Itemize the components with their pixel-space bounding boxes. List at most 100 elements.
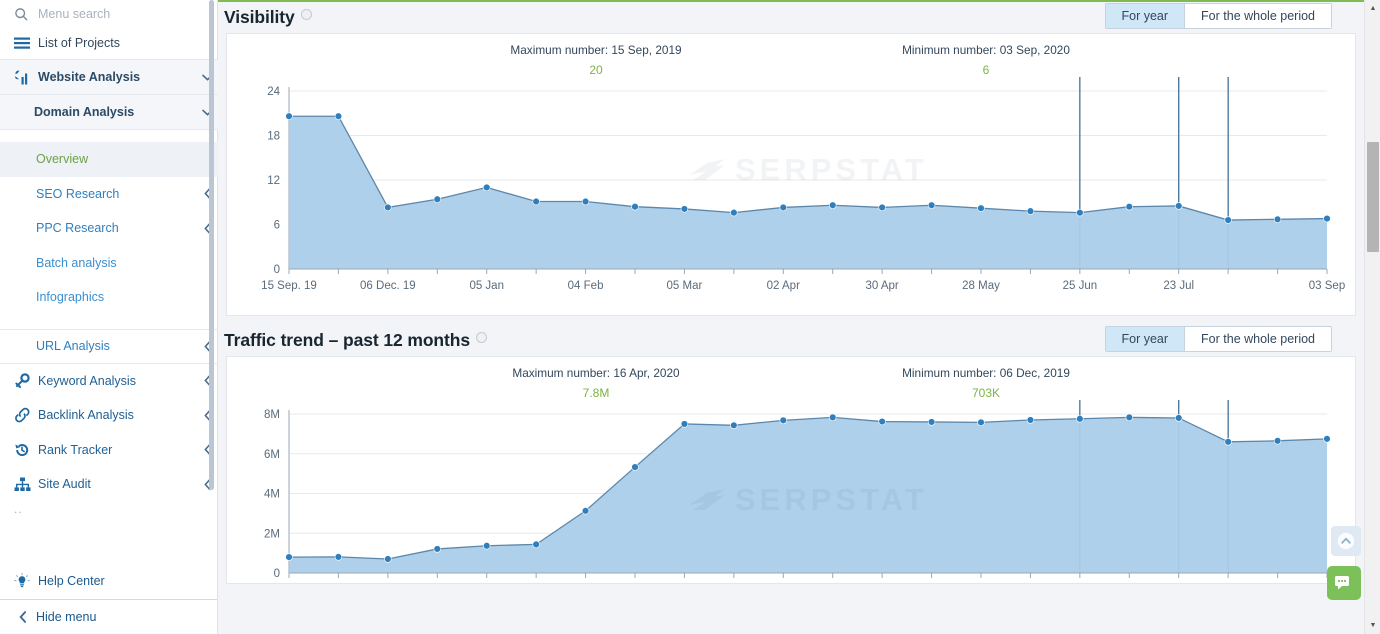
traffic-maximum: Maximum number: 16 Apr, 2020 7.8M [456, 366, 736, 400]
visibility-chart[interactable]: SERPSTAT 0 6 12 18 24 15 Sep. 19 06 Dec. 19 05 … [227, 77, 1355, 305]
chevron-down-icon[interactable] [196, 109, 218, 116]
chat-button[interactable] [1327, 566, 1361, 600]
sidebar-item-label: Help Center [38, 574, 105, 588]
sidebar-item-label: Keyword Analysis [38, 373, 136, 388]
key-icon [14, 373, 38, 389]
chevron-left-icon[interactable] [196, 222, 218, 234]
sidebar-item-label: Overview [36, 152, 89, 167]
chevron-left-icon[interactable] [196, 478, 218, 490]
sidebar-gap [0, 129, 218, 142]
traffic-trend-header: Traffic trend – past 12 months For year … [224, 325, 1348, 356]
sidebar-item-label: Rank Tracker [38, 442, 113, 457]
svg-text:03 Sep: 03 Sep [1309, 280, 1345, 292]
chevron-left-icon[interactable] [196, 375, 218, 387]
traffic-trend-chart[interactable]: SERPSTAT 02M4M6M8M [227, 400, 1355, 585]
tab-for-year[interactable]: For year [1105, 327, 1185, 351]
hamburger-icon [14, 37, 38, 49]
traffic-period-toggle[interactable]: For year For the whole period [1104, 326, 1332, 352]
tab-for-year[interactable]: For year [1105, 4, 1185, 28]
hide-menu-button[interactable]: Hide menu [0, 599, 217, 634]
search-input[interactable] [38, 7, 188, 21]
svg-text:2M: 2M [264, 528, 280, 540]
menu-search-row[interactable] [0, 0, 218, 26]
sidebar-gap-2 [0, 315, 218, 329]
sidebar-item-rank-tracker[interactable]: Rank Tracker [0, 433, 218, 468]
sidebar-item-label: SEO Research [36, 186, 120, 201]
page-title: Traffic trend – past 12 months [224, 330, 470, 350]
sidebar-item-list-of-projects[interactable]: List of Projects [0, 26, 218, 59]
hide-menu-label: Hide menu [36, 610, 97, 624]
traffic-minimum: Minimum number: 06 Dec, 2019 703K [846, 366, 1126, 400]
visibility-section: Visibility For year For the whole period… [218, 2, 1364, 316]
info-icon[interactable] [300, 9, 312, 20]
chevron-left-icon[interactable] [196, 340, 218, 352]
minimum-label: Minimum number: 06 Dec, 2019 [902, 366, 1070, 380]
sidebar-item-label: URL Analysis [36, 339, 110, 353]
svg-text:0: 0 [274, 264, 280, 276]
chevron-left-icon[interactable] [196, 444, 218, 456]
scrollbar-up-arrow[interactable]: ▲ [1365, 0, 1380, 17]
svg-text:8M: 8M [264, 409, 280, 421]
sidebar-item-label: Domain Analysis [34, 105, 135, 119]
chevron-left-icon[interactable] [196, 188, 218, 200]
history-icon [14, 442, 38, 458]
maximum-label: Maximum number: 15 Sep, 2019 [510, 43, 682, 57]
sidebar-item-label: Website Analysis [38, 70, 141, 84]
sidebar-item-overview[interactable]: Overview [0, 142, 218, 177]
sidebar-item-label: Batch analysis [36, 255, 117, 270]
sidebar-scrollbar-thumb[interactable] [209, 0, 214, 490]
minimum-value: 6 [982, 63, 990, 77]
sidebar-item-batch-analysis[interactable]: Batch analysis [0, 246, 218, 281]
sidebar-item-domain-analysis[interactable]: Domain Analysis [0, 94, 218, 129]
sidebar-item-backlink-analysis[interactable]: Backlink Analysis [0, 398, 218, 433]
svg-text:6M: 6M [264, 449, 280, 461]
sitemap-icon [14, 477, 38, 492]
svg-text:02 Apr: 02 Apr [767, 280, 800, 292]
sidebar-item-infographics[interactable]: Infographics [0, 280, 218, 315]
visibility-minimum: Minimum number: 03 Sep, 2020 6 [846, 43, 1126, 77]
chevron-down-icon[interactable] [196, 74, 218, 81]
scrollbar-down-arrow[interactable]: ▼ [1365, 617, 1380, 634]
scroll-to-top-button[interactable] [1331, 526, 1361, 556]
sidebar-item-help-center[interactable]: Help Center [0, 564, 217, 598]
sidebar-item-label: Backlink Analysis [38, 408, 134, 423]
visibility-period-toggle[interactable]: For year For the whole period [1104, 3, 1332, 29]
bar-chart-icon [14, 70, 38, 85]
maximum-label: Maximum number: 16 Apr, 2020 [512, 366, 680, 380]
info-icon[interactable] [475, 332, 487, 343]
page-scrollbar[interactable]: ▲ ▼ [1364, 0, 1380, 634]
sidebar-item-url-analysis[interactable]: URL Analysis [0, 328, 218, 364]
traffic-plot-svg: 0 2M 4M 6M 8M [264, 400, 1331, 580]
svg-text:6: 6 [274, 220, 280, 232]
sidebar-item-keyword-analysis[interactable]: Keyword Analysis [0, 364, 218, 399]
maximum-value: 20 [589, 63, 603, 77]
svg-text:25 Jun: 25 Jun [1063, 280, 1098, 292]
scrollbar-thumb[interactable] [1367, 142, 1379, 252]
svg-text:24: 24 [267, 86, 280, 98]
sidebar-item-seo-research[interactable]: SEO Research [0, 177, 218, 212]
sidebar-item-label: PPC Research [36, 221, 119, 236]
sidebar-item-site-audit[interactable]: Site Audit [0, 467, 218, 502]
sidebar-item-website-analysis[interactable]: Website Analysis [0, 59, 218, 94]
tab-whole-period[interactable]: For the whole period [1185, 327, 1331, 351]
sidebar-item-label: Site Audit [38, 477, 91, 492]
chat-bubble-icon [1335, 576, 1349, 590]
traffic-trend-card: Maximum number: 16 Apr, 2020 7.8M Minimu… [226, 356, 1356, 584]
chevron-left-icon [10, 611, 36, 623]
visibility-header: Visibility For year For the whole period [224, 2, 1348, 33]
main-content: Visibility For year For the whole period… [218, 0, 1380, 634]
minimum-label: Minimum number: 03 Sep, 2020 [902, 43, 1070, 57]
page-title: Visibility [224, 7, 295, 27]
sidebar-item-ppc-research[interactable]: PPC Research [0, 211, 218, 246]
svg-text:23 Jul: 23 Jul [1163, 280, 1194, 292]
sidebar-item-label: List of Projects [38, 35, 120, 50]
app-root: List of Projects Website Analysis [0, 0, 1380, 634]
sidebar-more-dots: .. [14, 501, 23, 516]
visibility-stats: Maximum number: 15 Sep, 2019 20 Minimum … [227, 34, 1355, 77]
chevron-left-icon[interactable] [196, 409, 218, 421]
maximum-value: 7.8M [582, 386, 610, 400]
sidebar-item-label: Infographics [36, 290, 105, 305]
lightbulb-icon [14, 573, 38, 589]
tab-whole-period[interactable]: For the whole period [1185, 4, 1331, 28]
svg-text:05 Mar: 05 Mar [667, 280, 703, 292]
